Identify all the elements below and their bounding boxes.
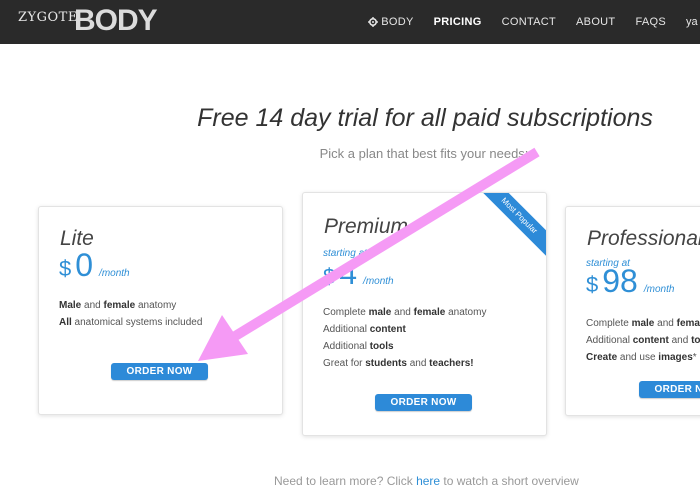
main-nav: BODY PRICING CONTACT ABOUT FAQS ya [348,0,700,44]
plan-price: $ 4 /month [323,255,394,292]
price-amount: 4 [339,255,358,291]
nav-item-faqs[interactable]: FAQS [635,16,666,28]
feature-item: Complete male and female anatomy [323,307,487,318]
plan-card-lite: Lite $ 0 /month Male and female anatomy A… [38,206,283,415]
plan-name: Premium [324,215,409,238]
price-currency: $ [323,264,336,289]
feature-item: Create and use images* [586,352,697,363]
order-now-button-professional[interactable]: ORDER NOW [639,381,700,398]
nav-user-link[interactable]: ya [686,16,700,28]
plan-name: Professional [587,227,700,250]
page-subheading: Pick a plan that best fits your needs: [319,146,529,161]
gear-icon [368,17,379,27]
price-currency: $ [586,272,599,297]
plan-card-professional: Professional starting at $ 98 /month Com… [565,206,700,416]
price-amount: 98 [602,263,638,299]
price-period: /month [99,268,130,279]
plan-card-premium: Most Popular Premium starting at $ 4 /mo… [302,192,547,436]
nav-item-label: PRICING [433,16,482,28]
price-period: /month [643,284,675,295]
price-period: /month [363,276,394,287]
plan-price: $ 0 /month [59,247,130,284]
feature-item: Great for students and teachers! [323,358,474,369]
feature-item: Additional content and to [586,335,700,346]
plan-features: Complete male and female anatomy Addition… [323,304,486,372]
plan-features: Male and female anatomy All anatomical sy… [59,297,202,331]
nav-item-body[interactable]: BODY [368,16,413,28]
nav-item-label: CONTACT [501,16,557,28]
feature-item: Complete male and female [586,318,700,329]
feature-item: Male and female anatomy [59,300,177,311]
nav-item-pricing[interactable]: PRICING [434,16,482,28]
learn-more-suffix: to watch a short overview [440,474,579,488]
nav-item-label: BODY [381,16,414,28]
learn-more-prefix: Need to learn more? Click [274,474,417,488]
nav-item-label: ABOUT [576,16,616,28]
logo-body-text: BODY [74,4,158,37]
most-popular-badge: Most Popular [473,193,546,262]
learn-more-text: Need to learn more? Click here to watch … [274,474,579,488]
order-now-button-premium[interactable]: ORDER NOW [375,394,472,411]
price-amount: 0 [75,247,94,283]
nav-item-label: FAQS [635,16,666,28]
feature-item: Additional tools [323,341,394,352]
watch-overview-link[interactable]: here [416,474,440,488]
price-currency: $ [59,256,72,281]
page-headline: Free 14 day trial for all paid subscript… [197,104,653,132]
top-nav-bar: ZYGOTE BODY BODY PRICING CONTACT ABOUT F… [0,0,700,44]
plan-price: $ 98 /month [586,263,674,300]
nav-item-contact[interactable]: CONTACT [502,16,556,28]
nav-item-about[interactable]: ABOUT [576,16,615,28]
plan-features: Complete male and female Additional conte… [586,315,700,366]
feature-item: All anatomical systems included [59,317,203,328]
order-now-button-lite[interactable]: ORDER NOW [111,363,208,380]
logo-zygote-text: ZYGOTE [18,10,78,25]
feature-item: Additional content [323,324,406,335]
